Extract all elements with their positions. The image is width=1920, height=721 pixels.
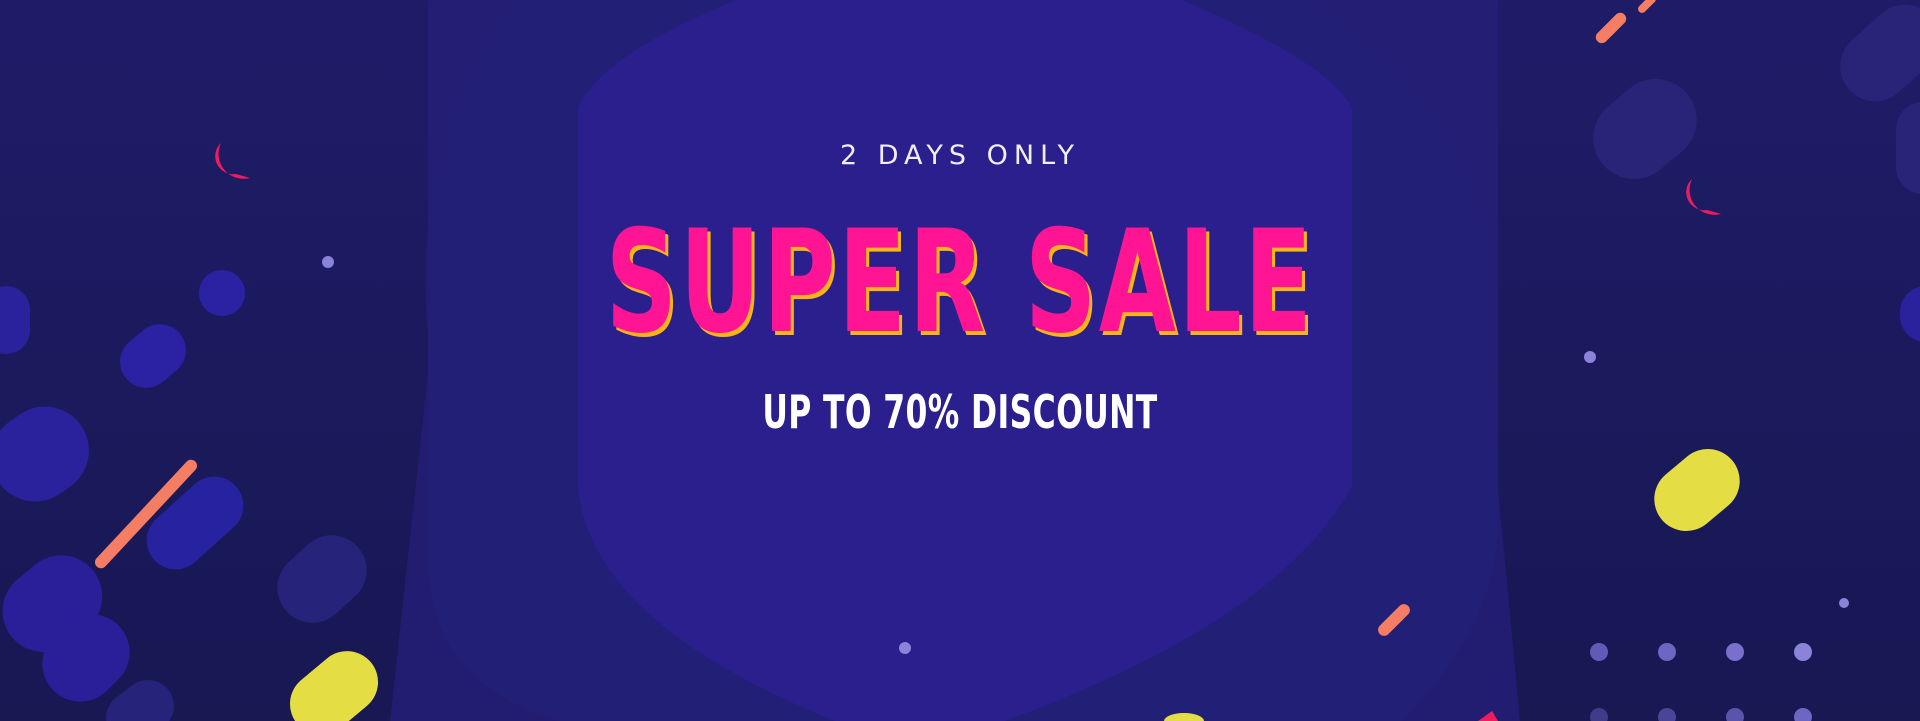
sale-title: SUPER SALE — [605, 200, 1315, 365]
dot-row-4 — [1794, 643, 1812, 661]
discount-subtitle: UP TO 70% DISCOUNT — [762, 385, 1158, 439]
dot-row-3 — [1726, 643, 1744, 661]
dot-row-2 — [1658, 643, 1676, 661]
small-dot-center — [899, 642, 911, 654]
small-dot-right-2 — [1839, 598, 1849, 608]
dot-row-1 — [1590, 643, 1608, 661]
purple-pill-left-edge — [0, 286, 30, 354]
sale-banner: 2 DAYS ONLY SUPER SALE UP TO 70% DISCOUN… — [0, 0, 1920, 721]
promo-kicker: 2 DAYS ONLY — [839, 140, 1081, 171]
